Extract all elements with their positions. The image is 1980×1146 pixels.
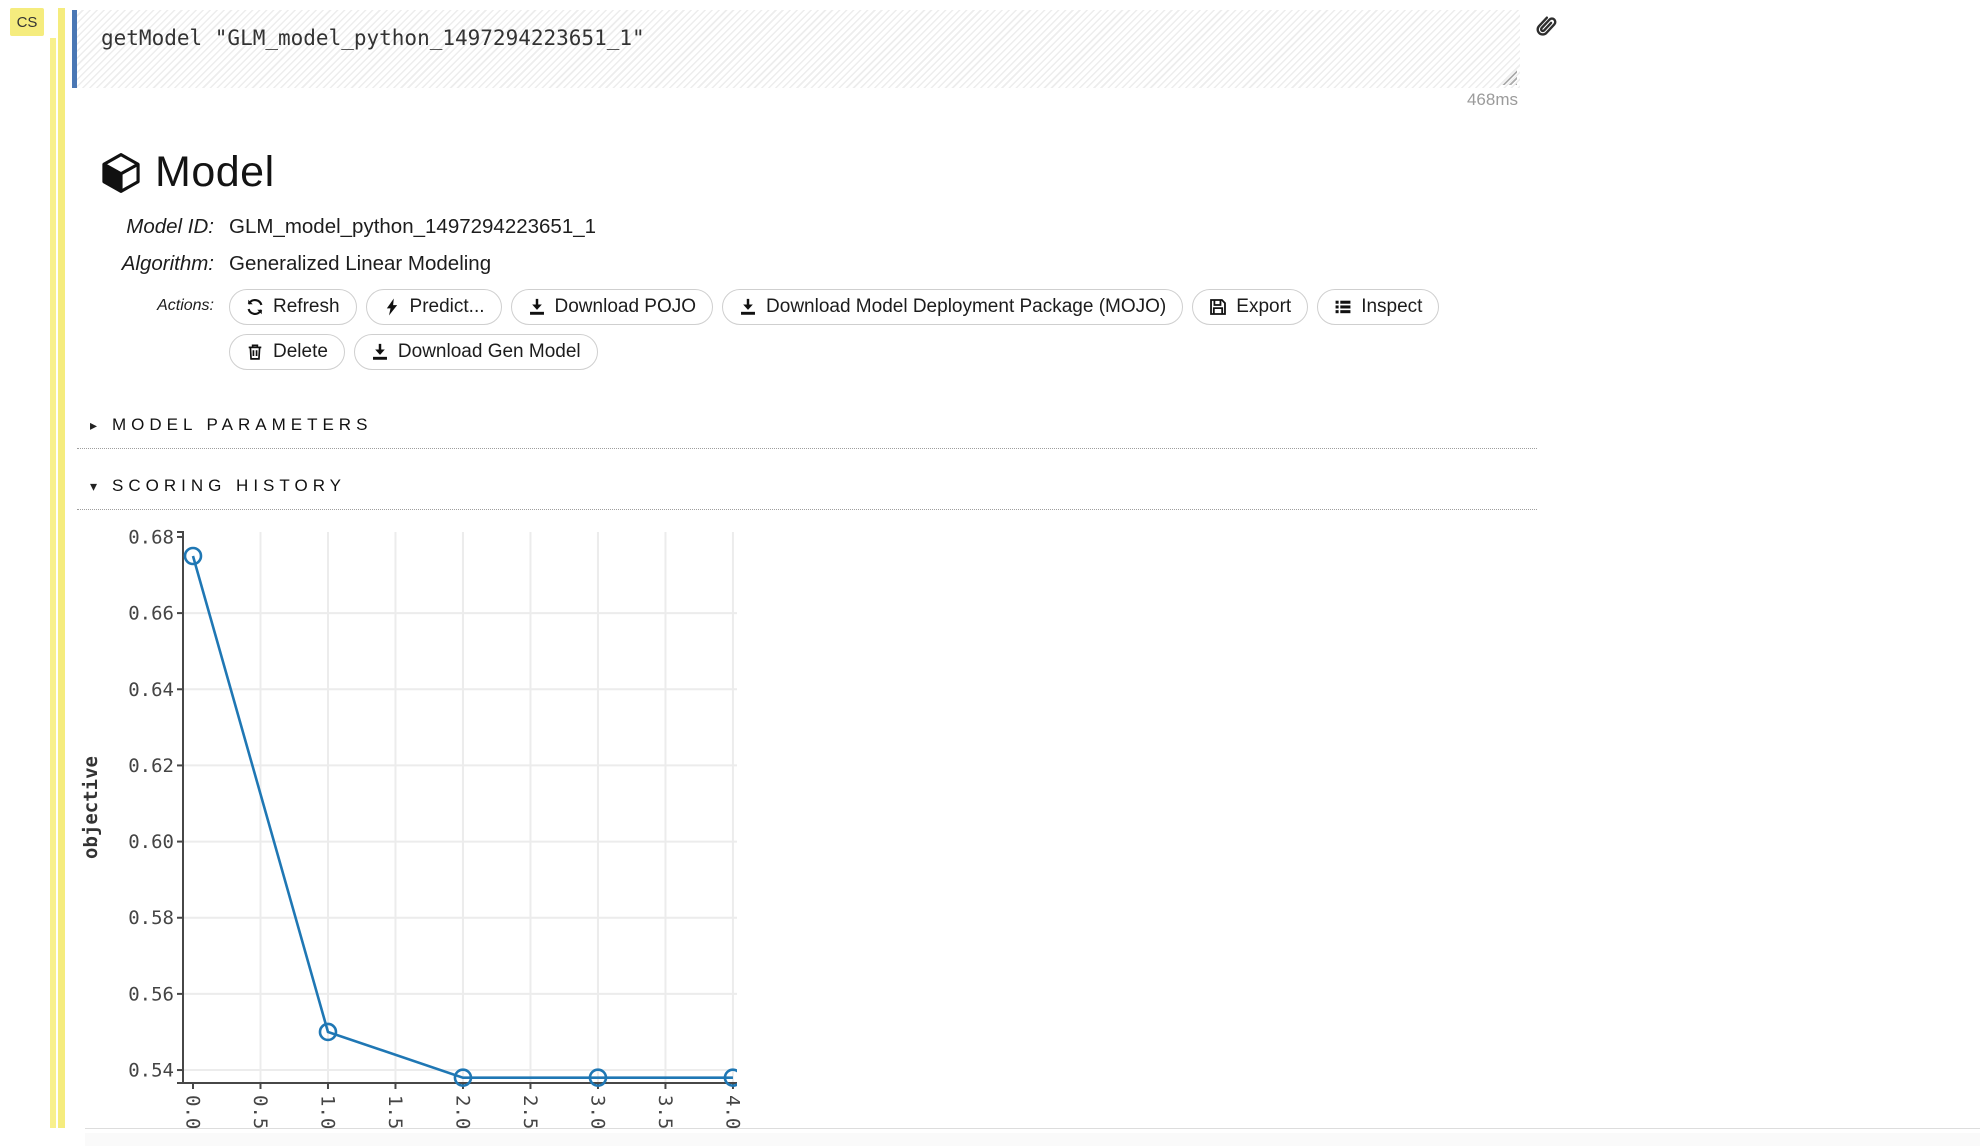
code-cell-input[interactable]: getModel "GLM_model_python_1497294223651… (77, 10, 1520, 50)
selected-cell-bar (58, 8, 65, 1128)
svg-text:0.56: 0.56 (128, 983, 174, 1005)
model-summary: Model ID: GLM_model_python_1497294223651… (77, 215, 1537, 276)
algorithm-value: Generalized Linear Modeling (229, 252, 1537, 276)
svg-text:2.5: 2.5 (519, 1095, 541, 1129)
svg-text:2.0: 2.0 (451, 1095, 473, 1129)
model-id-value: GLM_model_python_1497294223651_1 (229, 215, 1537, 239)
model-id-label: Model ID: (77, 215, 214, 239)
download-icon (528, 298, 546, 316)
list-icon (1334, 298, 1352, 316)
model-output: Model Model ID: GLM_model_python_1497294… (77, 118, 1537, 1137)
next-cell-area (85, 1133, 1980, 1146)
action-button-predict[interactable]: Predict... (366, 289, 502, 325)
actions-label: Actions: (77, 289, 214, 379)
algorithm-row: Algorithm: Generalized Linear Modeling (77, 252, 1537, 276)
download-icon (371, 343, 389, 361)
selected-cell-output-bar (50, 38, 56, 1128)
paperclip-icon[interactable] (1524, 6, 1566, 48)
algorithm-label: Algorithm: (77, 252, 214, 276)
svg-text:0.0: 0.0 (181, 1095, 203, 1129)
svg-text:objective: objective (80, 756, 102, 859)
svg-text:0.68: 0.68 (128, 526, 174, 548)
section-scoring-history[interactable]: ▾ SCORING HISTORY (77, 476, 1537, 510)
action-button-refresh[interactable]: Refresh (229, 289, 357, 325)
section-scoring-history-title: SCORING HISTORY (112, 476, 346, 496)
action-button-export[interactable]: Export (1192, 289, 1308, 325)
code-cell[interactable]: getModel "GLM_model_python_1497294223651… (72, 10, 1520, 88)
actions-buttons: Refresh Predict... Download POJO Downloa… (229, 289, 1474, 379)
model-id-row: Model ID: GLM_model_python_1497294223651… (77, 215, 1537, 239)
action-button-download-model-deployment-package-mojo[interactable]: Download Model Deployment Package (MOJO) (722, 289, 1183, 325)
caret-down-icon: ▾ (90, 478, 112, 495)
scoring-history-chart: 0.54 0.56 0.58 0.60 0.62 0.64 0.66 0.68 0.0 0.5 1.… (72, 520, 752, 1132)
svg-text:0.54: 0.54 (128, 1060, 174, 1082)
caret-right-icon: ▸ (90, 417, 112, 434)
svg-text:0.58: 0.58 (128, 907, 174, 929)
refresh-icon (246, 298, 264, 316)
action-button-download-gen-model[interactable]: Download Gen Model (354, 334, 598, 370)
svg-text:0.60: 0.60 (128, 831, 174, 853)
cell-execution-time: 468ms (72, 90, 1518, 110)
model-cube-icon (100, 152, 142, 194)
svg-text:0.66: 0.66 (128, 603, 174, 625)
svg-text:3.0: 3.0 (586, 1095, 608, 1129)
cell-type-badge: CS (10, 8, 44, 36)
section-model-parameters-title: MODEL PARAMETERS (112, 415, 372, 435)
section-model-parameters[interactable]: ▸ MODEL PARAMETERS (77, 415, 1537, 449)
save-icon (1209, 298, 1227, 316)
svg-text:4.0: 4.0 (721, 1095, 743, 1129)
action-button-inspect[interactable]: Inspect (1317, 289, 1439, 325)
page-title: Model (155, 148, 275, 197)
svg-text:0.5: 0.5 (249, 1095, 271, 1129)
svg-text:1.0: 1.0 (316, 1095, 338, 1129)
svg-text:3.5: 3.5 (654, 1095, 676, 1129)
svg-text:1.5: 1.5 (384, 1095, 406, 1129)
next-cell-divider (85, 1128, 1980, 1129)
svg-text:0.62: 0.62 (128, 755, 174, 777)
action-button-download-pojo[interactable]: Download POJO (511, 289, 714, 325)
trash-icon (246, 343, 264, 361)
cell-resize-grip[interactable] (1501, 69, 1517, 85)
svg-text:0.64: 0.64 (128, 679, 174, 701)
bolt-icon (383, 298, 401, 316)
download-icon (739, 298, 757, 316)
action-button-delete[interactable]: Delete (229, 334, 345, 370)
